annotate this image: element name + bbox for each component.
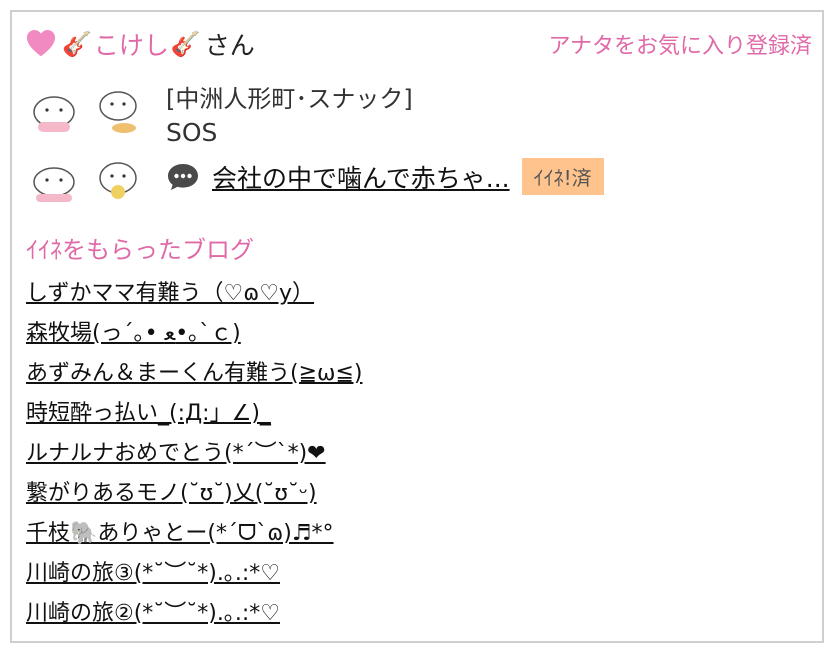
profile-image[interactable] bbox=[26, 82, 146, 212]
blog-link[interactable]: しずかママ有難う（♡ɷ♡y） bbox=[26, 281, 314, 306]
list-item: 繋がりあるモノ(˘ʊ˘)乂(˘ʊ˘ᵕ) bbox=[26, 474, 362, 514]
list-item: あずみん＆まーくん有難う(≧ω≦) bbox=[26, 354, 362, 394]
blog-link[interactable]: 千枝🐘ありゃとー(*´ᗜ`ɷ)♬*° bbox=[26, 521, 334, 546]
list-item: 森牧場(っ´｡• ﻌ•｡`ｃ) bbox=[26, 314, 362, 354]
blog-link[interactable]: 繋がりあるモノ(˘ʊ˘)乂(˘ʊ˘ᵕ) bbox=[26, 481, 317, 506]
guitar-icon: 🎸 bbox=[62, 30, 92, 58]
latest-post-link[interactable]: 会社の中で噛んで赤ちゃ... bbox=[212, 159, 510, 195]
list-item: 川崎の旅②(*˘︶˘*).｡.:*♡ bbox=[26, 594, 362, 634]
blog-link[interactable]: ルナルナおめでとう(*´︶`*)❤ bbox=[26, 441, 326, 466]
liked-blogs-heading: ｲｲﾈをもらったブログ bbox=[26, 236, 254, 264]
blog-link[interactable]: あずみん＆まーくん有難う(≧ω≦) bbox=[26, 361, 362, 386]
speech-bubble-icon bbox=[168, 163, 198, 190]
heart-icon bbox=[26, 29, 56, 57]
blog-like-card: 🎸 こけし 🎸 さん アナタをお気に入り登録済 [中洲人形町･スナック] SOS bbox=[10, 10, 824, 643]
list-item: 時短酔っ払い_(:Д:」∠)_ bbox=[26, 394, 362, 434]
list-item: しずかママ有難う（♡ɷ♡y） bbox=[26, 274, 362, 314]
shop-area: [中洲人形町･スナック] bbox=[166, 85, 413, 113]
list-item: 千枝🐘ありゃとー(*´ᗜ`ɷ)♬*° bbox=[26, 514, 362, 554]
user-name-suffix: さん bbox=[204, 31, 255, 60]
shop-info: [中洲人形町･スナック] SOS 会社の中で噛んで赤ちゃ... ｲｲﾈ!済 bbox=[166, 82, 812, 195]
list-item: ルナルナおめでとう(*´︶`*)❤ bbox=[26, 434, 362, 474]
blog-link[interactable]: 時短酔っ払い_(:Д:」∠)_ bbox=[26, 401, 271, 426]
shop-name[interactable]: SOS bbox=[166, 116, 812, 150]
user-name-row[interactable]: 🎸 こけし 🎸 さん bbox=[26, 26, 255, 62]
liked-blog-list: しずかママ有難う（♡ɷ♡y） 森牧場(っ´｡• ﻌ•｡`ｃ) あずみん＆まーくん… bbox=[26, 274, 362, 634]
sticker-cat-icon bbox=[90, 150, 146, 208]
guitar-icon: 🎸 bbox=[170, 30, 201, 58]
card-header: 🎸 こけし 🎸 さん アナタをお気に入り登録済 bbox=[26, 26, 812, 66]
sticker-cat-icon bbox=[26, 150, 82, 208]
favorite-status-link[interactable]: アナタをお気に入り登録済 bbox=[548, 28, 812, 60]
iine-done-badge[interactable]: ｲｲﾈ!済 bbox=[521, 158, 604, 195]
user-name[interactable]: こけし bbox=[94, 26, 169, 62]
blog-link[interactable]: 川崎の旅③(*˘︶˘*).｡.:*♡ bbox=[26, 561, 280, 586]
latest-post-row: 会社の中で噛んで赤ちゃ... ｲｲﾈ!済 bbox=[166, 158, 812, 195]
blog-link[interactable]: 川崎の旅②(*˘︶˘*).｡.:*♡ bbox=[26, 601, 280, 626]
sticker-cat-icon bbox=[90, 82, 146, 140]
blog-link[interactable]: 森牧場(っ´｡• ﻌ•｡`ｃ) bbox=[26, 321, 241, 346]
sticker-cat-icon bbox=[26, 82, 82, 140]
list-item: 川崎の旅③(*˘︶˘*).｡.:*♡ bbox=[26, 554, 362, 594]
